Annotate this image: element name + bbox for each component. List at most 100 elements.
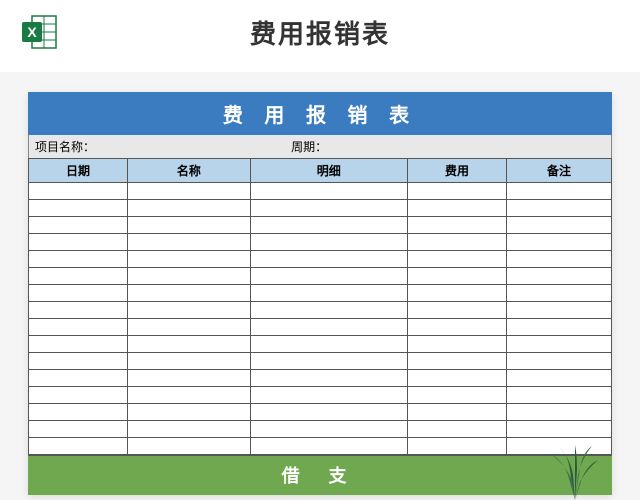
table-cell[interactable] xyxy=(250,353,407,370)
table-cell[interactable] xyxy=(29,268,128,285)
table-cell[interactable] xyxy=(407,353,506,370)
table-row[interactable] xyxy=(29,336,612,353)
table-cell[interactable] xyxy=(407,183,506,200)
table-cell[interactable] xyxy=(507,302,612,319)
table-cell[interactable] xyxy=(29,370,128,387)
table-cell[interactable] xyxy=(29,285,128,302)
table-cell[interactable] xyxy=(128,268,250,285)
table-cell[interactable] xyxy=(407,200,506,217)
table-cell[interactable] xyxy=(128,285,250,302)
table-cell[interactable] xyxy=(507,200,612,217)
table-cell[interactable] xyxy=(250,183,407,200)
table-cell[interactable] xyxy=(250,268,407,285)
table-cell[interactable] xyxy=(407,336,506,353)
table-cell[interactable] xyxy=(507,268,612,285)
table-cell[interactable] xyxy=(407,234,506,251)
table-cell[interactable] xyxy=(128,217,250,234)
table-cell[interactable] xyxy=(128,387,250,404)
table-cell[interactable] xyxy=(250,302,407,319)
table-row[interactable] xyxy=(29,285,612,302)
table-cell[interactable] xyxy=(507,421,612,438)
table-row[interactable] xyxy=(29,302,612,319)
table-cell[interactable] xyxy=(250,421,407,438)
page-title: 费用报销表 xyxy=(20,14,620,51)
table-cell[interactable] xyxy=(250,404,407,421)
table-cell[interactable] xyxy=(29,336,128,353)
table-cell[interactable] xyxy=(128,438,250,455)
app-header: X 费用报销表 xyxy=(0,0,640,72)
table-cell[interactable] xyxy=(407,217,506,234)
spreadsheet: 费 用 报 销 表 项目名称： 周期： 日期 名称 明细 费用 备注 借 支 xyxy=(28,92,612,495)
table-cell[interactable] xyxy=(29,319,128,336)
table-row[interactable] xyxy=(29,234,612,251)
table-cell[interactable] xyxy=(507,370,612,387)
table-cell[interactable] xyxy=(128,251,250,268)
table-cell[interactable] xyxy=(29,438,128,455)
table-cell[interactable] xyxy=(128,319,250,336)
table-cell[interactable] xyxy=(250,336,407,353)
table-cell[interactable] xyxy=(407,438,506,455)
table-row[interactable] xyxy=(29,268,612,285)
table-cell[interactable] xyxy=(128,353,250,370)
table-row[interactable] xyxy=(29,353,612,370)
table-row[interactable] xyxy=(29,200,612,217)
table-row[interactable] xyxy=(29,183,612,200)
table-cell[interactable] xyxy=(29,404,128,421)
table-cell[interactable] xyxy=(29,183,128,200)
table-cell[interactable] xyxy=(250,251,407,268)
table-cell[interactable] xyxy=(407,421,506,438)
table-cell[interactable] xyxy=(29,302,128,319)
table-cell[interactable] xyxy=(250,438,407,455)
table-cell[interactable] xyxy=(507,285,612,302)
table-cell[interactable] xyxy=(250,387,407,404)
table-cell[interactable] xyxy=(407,251,506,268)
table-row[interactable] xyxy=(29,438,612,455)
table-cell[interactable] xyxy=(29,200,128,217)
table-cell[interactable] xyxy=(407,268,506,285)
table-cell[interactable] xyxy=(507,387,612,404)
table-cell[interactable] xyxy=(507,319,612,336)
table-cell[interactable] xyxy=(29,251,128,268)
table-cell[interactable] xyxy=(250,370,407,387)
table-row[interactable] xyxy=(29,319,612,336)
table-cell[interactable] xyxy=(250,217,407,234)
table-cell[interactable] xyxy=(29,353,128,370)
table-cell[interactable] xyxy=(29,217,128,234)
table-cell[interactable] xyxy=(507,353,612,370)
table-cell[interactable] xyxy=(407,404,506,421)
table-row[interactable] xyxy=(29,387,612,404)
table-cell[interactable] xyxy=(128,183,250,200)
table-cell[interactable] xyxy=(128,421,250,438)
table-cell[interactable] xyxy=(128,336,250,353)
table-cell[interactable] xyxy=(407,302,506,319)
table-cell[interactable] xyxy=(29,234,128,251)
table-cell[interactable] xyxy=(250,234,407,251)
table-row[interactable] xyxy=(29,404,612,421)
table-cell[interactable] xyxy=(128,370,250,387)
table-cell[interactable] xyxy=(250,285,407,302)
table-cell[interactable] xyxy=(128,302,250,319)
table-cell[interactable] xyxy=(507,234,612,251)
table-cell[interactable] xyxy=(250,319,407,336)
table-cell[interactable] xyxy=(407,285,506,302)
table-cell[interactable] xyxy=(128,234,250,251)
table-cell[interactable] xyxy=(507,183,612,200)
plant-decoration xyxy=(530,440,620,500)
table-cell[interactable] xyxy=(507,217,612,234)
table-cell[interactable] xyxy=(407,319,506,336)
table-cell[interactable] xyxy=(128,404,250,421)
table-cell[interactable] xyxy=(407,387,506,404)
table-cell[interactable] xyxy=(128,200,250,217)
table-row[interactable] xyxy=(29,251,612,268)
table-row[interactable] xyxy=(29,421,612,438)
table-cell[interactable] xyxy=(507,404,612,421)
table-cell[interactable] xyxy=(29,387,128,404)
table-cell[interactable] xyxy=(250,200,407,217)
table-cell[interactable] xyxy=(507,251,612,268)
table-cell[interactable] xyxy=(507,336,612,353)
table-cell[interactable] xyxy=(29,421,128,438)
table-row[interactable] xyxy=(29,217,612,234)
project-name-label: 项目名称： xyxy=(29,135,285,158)
table-cell[interactable] xyxy=(407,370,506,387)
table-row[interactable] xyxy=(29,370,612,387)
